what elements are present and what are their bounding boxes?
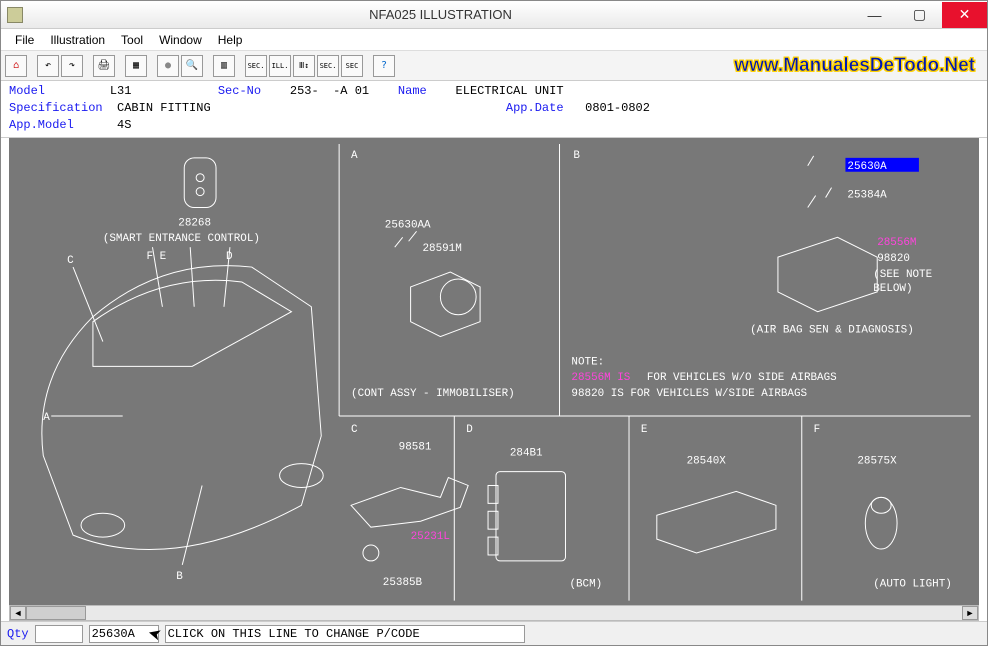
panel-a-label: A xyxy=(351,150,358,162)
menu-illustration[interactable]: Illustration xyxy=(42,31,113,49)
part-98820[interactable]: 98820 xyxy=(877,253,910,265)
part-25630aa[interactable]: 25630AA xyxy=(385,220,431,232)
statusbar: Qty xyxy=(1,621,987,645)
print-button[interactable]: 🖨 xyxy=(93,55,115,77)
panel-f-label: F xyxy=(814,424,821,436)
scroll-right-button[interactable]: ► xyxy=(962,606,978,620)
airbag-label: (AIR BAG SEN & DIAGNOSIS) xyxy=(750,325,914,337)
part-28575x[interactable]: 28575X xyxy=(857,456,897,468)
search-button[interactable]: 🔍 xyxy=(181,55,203,77)
menu-help[interactable]: Help xyxy=(210,31,251,49)
auto-light-label: (AUTO LIGHT) xyxy=(873,579,952,591)
note-line2: 98820 IS FOR VEHICLES W/SIDE AIRBAGS xyxy=(571,389,807,401)
part-98581[interactable]: 98581 xyxy=(399,442,432,454)
menubar: File Illustration Tool Window Help xyxy=(1,29,987,51)
diagram-svg: A B C D E F 28268 (SMART ENTRANCE CONTRO… xyxy=(9,138,979,605)
part-284b1[interactable]: 284B1 xyxy=(510,448,543,460)
panel-b-label: B xyxy=(573,150,580,162)
app-window: NFA025 ILLUSTRATION — ▢ ✕ File Illustrat… xyxy=(0,0,988,646)
car-ref-fe: F E xyxy=(147,252,167,264)
close-button[interactable]: ✕ xyxy=(942,2,987,28)
spec-value: CABIN FITTING xyxy=(117,101,211,115)
sort-button[interactable]: Ⅲ↕ xyxy=(293,55,315,77)
qty-label: Qty xyxy=(7,627,29,641)
model-label: Model xyxy=(9,84,45,98)
part-28540x[interactable]: 28540X xyxy=(687,456,727,468)
smart-entrance-label: (SMART ENTRANCE CONTROL) xyxy=(103,234,260,246)
appdate-value: 0801-0802 xyxy=(585,101,650,115)
part-25385b[interactable]: 25385B xyxy=(383,577,423,589)
app-icon xyxy=(7,7,23,23)
part-28591m[interactable]: 28591M xyxy=(423,244,462,256)
brand-watermark: www.ManualesDeTodo.Net xyxy=(734,55,975,77)
sec3-button[interactable]: SEC xyxy=(341,55,363,77)
record-button[interactable]: ● xyxy=(157,55,179,77)
panel-c-label: C xyxy=(351,424,358,436)
hint-input[interactable] xyxy=(165,625,525,643)
part-25231l[interactable]: 25231L xyxy=(411,531,450,543)
sec1-button[interactable]: SEC. xyxy=(245,55,267,77)
help-button[interactable]: ? xyxy=(373,55,395,77)
name-value: ELECTRICAL UNIT xyxy=(456,84,564,98)
minimize-button[interactable]: — xyxy=(852,2,897,28)
scroll-left-button[interactable]: ◄ xyxy=(10,606,26,620)
window-title: NFA025 ILLUSTRATION xyxy=(29,7,852,22)
panel-e-module-icon xyxy=(657,492,776,554)
keyfob-icon xyxy=(184,158,216,208)
partcode-input[interactable] xyxy=(89,625,159,643)
maximize-button[interactable]: ▢ xyxy=(897,2,942,28)
panel-d-label: D xyxy=(466,424,473,436)
spec-label: Specification xyxy=(9,101,103,115)
panel-c-part-icon xyxy=(351,478,468,561)
view-button[interactable]: ▥ xyxy=(213,55,235,77)
panel-e-label: E xyxy=(641,424,648,436)
titlebar: NFA025 ILLUSTRATION — ▢ ✕ xyxy=(1,1,987,29)
toolbar: ⌂ ↶ ↷ 🖨 ▦ ● 🔍 ▥ SEC. ILL. Ⅲ↕ SEC. SEC ? … xyxy=(1,51,987,81)
redo-button[interactable]: ↷ xyxy=(61,55,83,77)
see-note-2: BELOW) xyxy=(873,283,912,295)
menu-window[interactable]: Window xyxy=(151,31,210,49)
note-line1a: 28556M IS xyxy=(571,373,630,385)
appmodel-label: App.Model xyxy=(9,118,74,132)
appdate-label: App.Date xyxy=(506,101,564,115)
name-label: Name xyxy=(398,84,427,98)
note-line1b: FOR VEHICLES W/O SIDE AIRBAGS xyxy=(647,373,837,385)
car-outline-icon xyxy=(42,248,323,566)
part-25384a[interactable]: 25384A xyxy=(847,190,887,202)
immobiliser-label: (CONT ASSY - IMMOBILISER) xyxy=(351,389,515,401)
illustration-canvas[interactable]: A B C D E F 28268 (SMART ENTRANCE CONTRO… xyxy=(9,138,979,605)
menu-file[interactable]: File xyxy=(7,31,42,49)
part-25630a[interactable]: 25630A xyxy=(847,161,887,173)
part-28268[interactable]: 28268 xyxy=(178,218,211,230)
airbag-module-icon xyxy=(778,156,877,312)
bcm-icon xyxy=(488,472,565,561)
car-ref-b: B xyxy=(176,571,183,583)
auto-light-icon xyxy=(865,498,897,550)
ill-button[interactable]: ILL. xyxy=(269,55,291,77)
secno-value: 253- -A 01 xyxy=(290,84,369,98)
scroll-thumb[interactable] xyxy=(26,606,86,620)
scroll-track[interactable] xyxy=(26,606,962,620)
note-label: NOTE: xyxy=(571,357,604,369)
horizontal-scrollbar[interactable]: ◄ ► ➤ xyxy=(9,605,979,621)
undo-button[interactable]: ↶ xyxy=(37,55,59,77)
qty-input[interactable] xyxy=(35,625,83,643)
appmodel-value: 4S xyxy=(117,118,131,132)
car-ref-a: A xyxy=(43,412,50,424)
see-note-1: (SEE NOTE xyxy=(873,269,932,281)
info-panel: Model L31 Sec-No 253- -A 01 Name ELECTRI… xyxy=(1,81,987,138)
sec2-button[interactable]: SEC. xyxy=(317,55,339,77)
bcm-label: (BCM) xyxy=(569,579,602,591)
model-value: L31 xyxy=(110,84,132,98)
secno-label: Sec-No xyxy=(218,84,261,98)
home-button[interactable]: ⌂ xyxy=(5,55,27,77)
car-ref-c: C xyxy=(67,255,74,267)
car-ref-d: D xyxy=(226,252,233,264)
menu-tool[interactable]: Tool xyxy=(113,31,151,49)
grid-button[interactable]: ▦ xyxy=(125,55,147,77)
part-28556m[interactable]: 28556M xyxy=(877,238,916,250)
